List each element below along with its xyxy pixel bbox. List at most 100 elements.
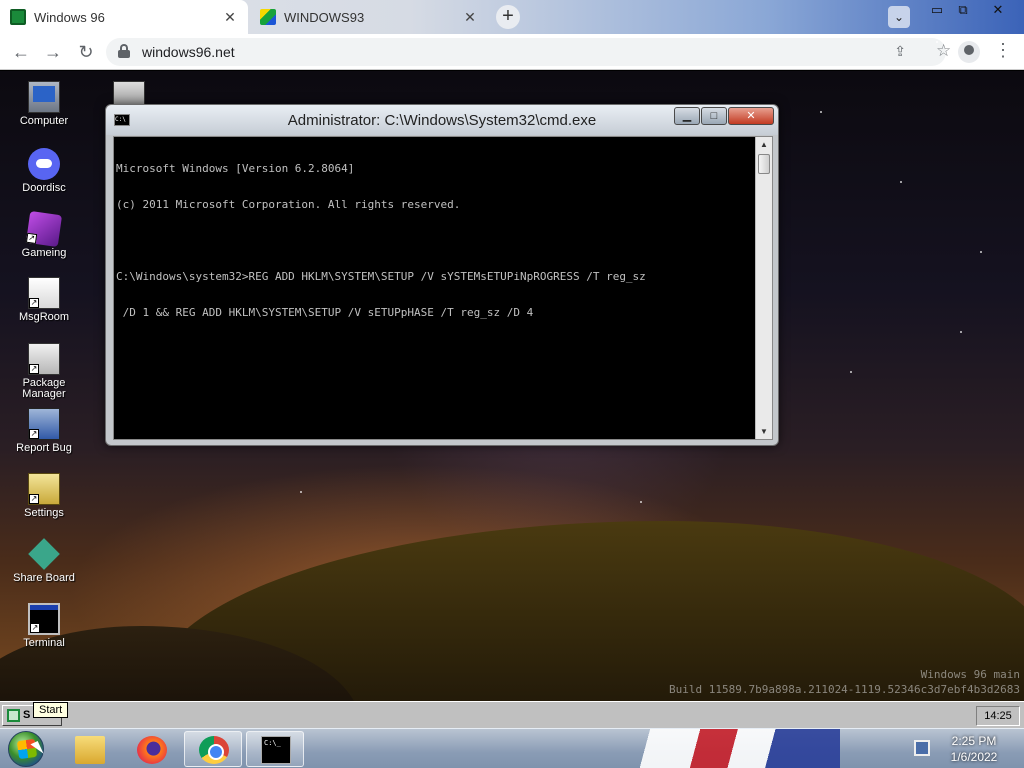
desktop-icon-computer[interactable]: Computer [4, 81, 84, 127]
back-arrow-icon[interactable]: ← [9, 40, 33, 64]
browser-toolbar: ← → ↻ windows96.net ⇪ ☆ ⋮ [0, 34, 1024, 70]
tab-title: Windows 96 [34, 9, 105, 25]
menu-kebab-icon[interactable]: ⋮ [994, 40, 1012, 61]
bug-report-icon: ↗ [28, 408, 60, 440]
scrollbar-thumb[interactable] [758, 154, 770, 174]
cmd-window[interactable]: C:\ Administrator: C:\Windows\System32\c… [105, 104, 779, 446]
cmd-maximize-button[interactable]: □ [701, 107, 727, 125]
desktop-icon-settings[interactable]: ↗ Settings [4, 473, 84, 519]
desktop-icon-label: Doordisc [22, 182, 66, 194]
share-icon[interactable]: ⇪ [894, 43, 906, 60]
terminal-icon: ↗ [28, 603, 60, 635]
bookmark-star-icon[interactable]: ☆ [936, 41, 951, 60]
address-bar[interactable]: windows96.net ⇪ ☆ [106, 38, 951, 66]
minimize-icon[interactable]: ▭ [924, 2, 950, 20]
close-tab-icon[interactable]: ✕ [222, 9, 238, 26]
shortcut-arrow-icon: ↗ [29, 364, 39, 374]
browser-tabstrip: Windows 96 ✕ WINDOWS93 ✕ + ⌄ ▭ ⧉ ✕ [0, 0, 1024, 34]
wallpaper-star [300, 491, 302, 493]
console-line: (c) 2011 Microsoft Corporation. All righ… [116, 198, 461, 211]
clock-date: 1/6/2022 [950, 750, 998, 764]
desktop-icon-doordisc[interactable]: Doordisc [4, 148, 84, 194]
scroll-down-arrow-icon[interactable]: ▼ [756, 424, 772, 439]
taskbar-app-explorer[interactable] [60, 731, 118, 767]
shortcut-arrow-icon: ↗ [29, 429, 39, 439]
tab-search-icon[interactable]: ⌄ [888, 6, 910, 28]
discord-icon [28, 148, 60, 180]
tab-title: WINDOWS93 [284, 9, 365, 25]
scroll-up-arrow-icon[interactable]: ▲ [756, 137, 772, 152]
clock-time: 2:25 PM [951, 734, 997, 748]
start-tooltip: Start [33, 702, 69, 718]
taskbar-app-firefox[interactable] [122, 731, 180, 767]
host-taskbar: C:\_ 2:25 PM 1/6/2022 [0, 728, 1024, 768]
desktop-icon-label: Gameing [21, 247, 67, 259]
cmd-minimize-button[interactable]: ▁ [674, 107, 700, 125]
wallpaper-star [850, 371, 852, 373]
explorer-icon [75, 736, 105, 764]
wallpaper-star [640, 501, 642, 503]
windows96-favicon-icon [10, 9, 26, 25]
build-watermark-line2: Build 11589.7b9a898a.211024-1119.52346c3… [669, 683, 1020, 696]
package-icon: ↗ [28, 343, 60, 375]
shortcut-arrow-icon: ↗ [29, 494, 39, 504]
cmd-titlebar[interactable]: C:\ Administrator: C:\Windows\System32\c… [106, 105, 778, 135]
reload-icon[interactable]: ↻ [74, 40, 98, 64]
new-tab-button[interactable]: + [496, 5, 520, 29]
cmd-console[interactable]: Microsoft Windows [Version 6.2.8064] (c)… [113, 136, 773, 440]
chrome-icon [199, 736, 229, 764]
wallpaper-star [960, 331, 962, 333]
wallpaper-star [900, 181, 902, 183]
desktop-icon-label: Package Manager [22, 377, 66, 400]
desktop-icon-label: Computer [19, 115, 69, 127]
url-text[interactable]: windows96.net [142, 44, 235, 60]
w96-logo-icon [7, 709, 20, 722]
shortcut-arrow-icon: ↗ [29, 298, 39, 308]
forward-arrow-icon[interactable]: → [41, 40, 65, 64]
desktop-icon-terminal[interactable]: ↗ Terminal [4, 603, 84, 649]
share-icon [28, 538, 60, 570]
cube-icon: ↗ [25, 210, 63, 248]
desktop-icon-label: Settings [24, 507, 64, 519]
desktop-icon-label: Report Bug [16, 442, 72, 454]
desktop-icon-share-board[interactable]: Share Board [4, 538, 84, 584]
desktop-icon-gameing[interactable]: ↗ Gameing [4, 210, 84, 259]
desktop-icon-label: Terminal [23, 637, 65, 649]
desktop-icon-package-manager[interactable]: ↗ Package Manager [4, 343, 84, 400]
shortcut-arrow-icon: ↗ [25, 232, 38, 245]
restore-icon[interactable]: ⧉ [950, 2, 976, 20]
lock-icon[interactable] [118, 44, 130, 58]
build-watermark-line1: Windows 96 main [920, 668, 1020, 681]
console-line: Microsoft Windows [Version 6.2.8064] [116, 162, 355, 175]
shortcut-arrow-icon: ↗ [30, 623, 40, 633]
profile-avatar-icon[interactable] [958, 41, 980, 63]
firefox-icon [137, 736, 167, 764]
close-tab-icon[interactable]: ✕ [462, 9, 478, 26]
tab-windows93[interactable]: WINDOWS93 ✕ [250, 0, 488, 34]
taskbar-app-cmd[interactable]: C:\_ [246, 731, 304, 767]
console-output[interactable]: Microsoft Windows [Version 6.2.8064] (c)… [116, 139, 754, 343]
settings-icon: ↗ [28, 473, 60, 505]
desktop-icon-report-bug[interactable]: ↗ Report Bug [4, 408, 84, 454]
tab-windows96[interactable]: Windows 96 ✕ [0, 0, 248, 34]
computer-icon [28, 81, 60, 113]
close-window-icon[interactable]: ✕ [984, 2, 1012, 20]
desktop-icon-msgroom[interactable]: ↗ MsgRoom [4, 277, 84, 323]
network-icon[interactable] [914, 740, 930, 756]
taskbar-wallpaper-flag [600, 729, 840, 768]
start-button-label: S [23, 709, 31, 721]
cmd-icon: C:\_ [261, 736, 291, 764]
desktop-icon-label: Share Board [13, 572, 75, 584]
wallpaper-star [980, 251, 982, 253]
taskbar-app-chrome[interactable] [184, 731, 242, 767]
console-line: C:\Windows\system32>REG ADD HKLM\SYSTEM\… [116, 270, 646, 283]
w96-tray-clock[interactable]: 14:25 [976, 706, 1020, 726]
cmd-close-button[interactable]: ✕ [728, 107, 774, 125]
wallpaper-star [820, 111, 822, 113]
w96-taskbar: S 14:25 [0, 701, 1024, 728]
console-line: /D 1 && REG ADD HKLM\SYSTEM\SETUP /V sET… [116, 306, 534, 319]
windows93-favicon-icon [260, 9, 276, 25]
console-scrollbar[interactable]: ▲ ▼ [755, 137, 772, 439]
host-clock[interactable]: 2:25 PM 1/6/2022 [940, 733, 1008, 765]
